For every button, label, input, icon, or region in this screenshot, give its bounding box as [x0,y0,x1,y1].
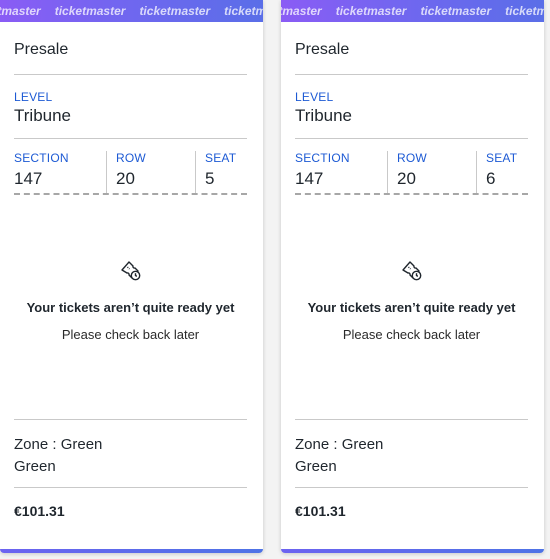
row-value: 20 [116,169,135,188]
zone-name: Zone : Green [14,436,103,453]
brand-watermark: ticketmasterticketmasterticketmastertick… [281,4,544,18]
ticket-type: Presale [295,22,528,75]
seat-value: 6 [486,169,496,188]
ticket-status: Your tickets aren’t quite ready yet Plea… [295,195,528,419]
level-block: LEVEL Tribune [295,75,528,139]
ticket-clock-icon [120,261,140,281]
section-label: SECTION [14,151,69,165]
status-subtitle: Please check back later [342,327,481,342]
seat-value: 5 [205,169,215,188]
ticket-type: Presale [14,22,247,75]
zone-block: Zone : Green Green [295,419,528,488]
status-title: Your tickets aren’t quite ready yet [307,300,516,315]
level-value: Tribune [14,106,72,125]
row-block: ROW 20 [387,151,476,193]
ticket-card-2[interactable]: ticketmasterticketmasterticketmastertick… [281,0,544,553]
level-label: LEVEL [295,90,334,104]
section-value: 147 [14,169,43,188]
brand-banner: ticketmasterticketmasterticketmastertick… [0,0,263,22]
level-value: Tribune [295,106,353,125]
zone-block: Zone : Green Green [14,419,247,488]
seat-info: SECTION 147 ROW 20 SEAT 5 [14,139,247,193]
ticket-card-1[interactable]: ticketmasterticketmasterticketmastertick… [0,0,263,553]
ticket-price: €101.31 [295,503,346,519]
seat-label: SEAT [486,151,518,165]
brand-banner: ticketmasterticketmasterticketmastertick… [281,0,544,22]
card-bottom-bar [0,549,263,553]
level-block: LEVEL Tribune [14,75,247,139]
zone-name: Zone : Green [295,436,384,453]
zone-color: Green [14,458,56,475]
section-block: SECTION 147 [295,151,387,193]
level-label: LEVEL [14,90,53,104]
row-label: ROW [116,151,146,165]
ticket-clock-icon [401,261,421,281]
seat-block: SEAT 6 [476,151,528,193]
seat-label: SEAT [205,151,237,165]
section-value: 147 [295,169,324,188]
seat-block: SEAT 5 [195,151,247,193]
zone-color: Green [295,458,337,475]
row-block: ROW 20 [106,151,195,193]
seat-info: SECTION 147 ROW 20 SEAT 6 [295,139,528,193]
ticket-price: €101.31 [14,503,65,519]
section-label: SECTION [295,151,350,165]
row-value: 20 [397,169,416,188]
row-label: ROW [397,151,427,165]
ticket-status: Your tickets aren’t quite ready yet Plea… [14,195,247,419]
status-subtitle: Please check back later [61,327,200,342]
card-bottom-bar [281,549,544,553]
section-block: SECTION 147 [14,151,106,193]
brand-watermark: ticketmasterticketmasterticketmastertick… [0,4,263,18]
status-title: Your tickets aren’t quite ready yet [26,300,235,315]
